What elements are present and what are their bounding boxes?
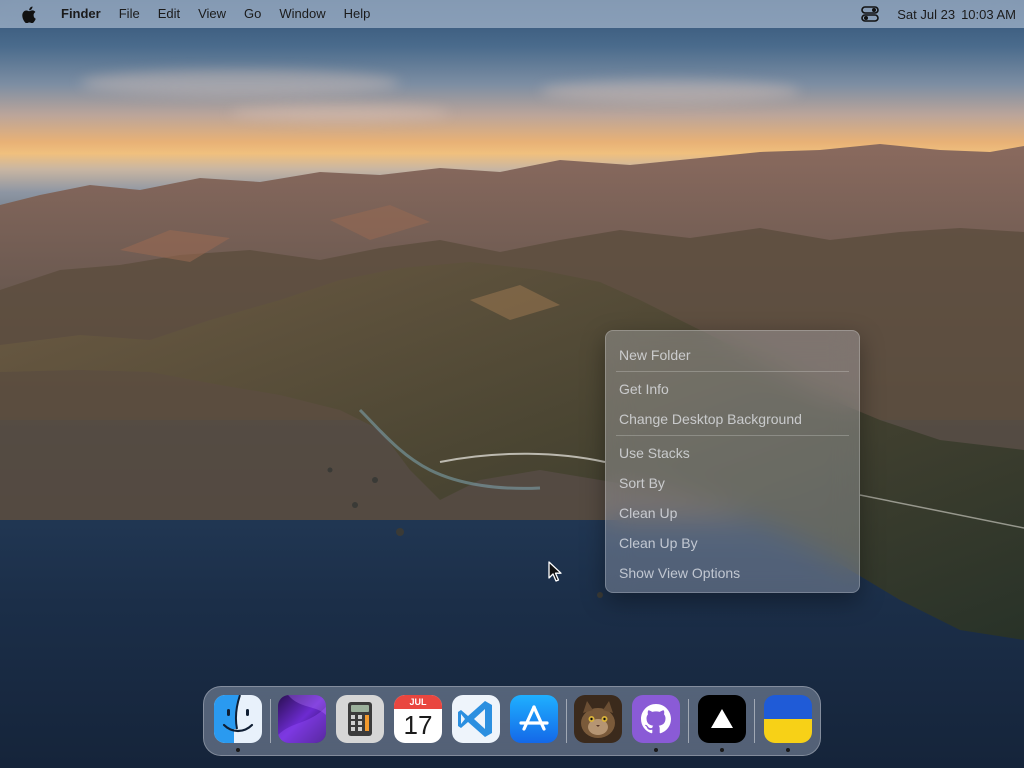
mouse-pointer-icon [548,561,562,587]
calculator-icon[interactable] [336,695,384,743]
github-icon[interactable] [632,695,680,743]
menu-window[interactable]: Window [270,0,334,28]
apple-logo-icon[interactable] [20,5,38,23]
desktop-wallpaper[interactable] [0,0,1024,768]
ukraine-flag-icon[interactable] [764,695,812,743]
calendar-icon[interactable]: JUL 17 [394,695,442,743]
dock-divider [270,699,271,743]
wallpaper-mountains [0,144,1024,640]
menu-item-clean-up[interactable]: Clean Up [606,498,859,528]
finder-icon[interactable] [214,695,262,743]
app-store-icon[interactable] [510,695,558,743]
menu-bar: Finder File Edit View Go Window Help Sat… [0,0,1024,28]
running-indicator [786,748,790,752]
menubar-time: 10:03 AM [961,6,1016,22]
desktop-context-menu: New Folder Get Info Change Desktop Backg… [605,330,860,593]
dock-divider [688,699,689,743]
menu-item-show-view-options[interactable]: Show View Options [606,558,859,588]
calendar-month: JUL [394,695,442,709]
control-center-icon[interactable] [859,4,881,24]
dock-divider [566,699,567,743]
menu-item-new-folder[interactable]: New Folder [606,340,859,370]
cat-photo-icon[interactable] [574,695,622,743]
menu-file[interactable]: File [110,0,149,28]
running-indicator [720,748,724,752]
running-indicator [654,748,658,752]
purple-wallpaper-icon[interactable] [278,695,326,743]
menu-app-name[interactable]: Finder [58,0,110,28]
dock: JUL 17 [203,686,821,756]
menu-separator [616,371,849,372]
menubar-clock[interactable]: Sat Jul 23 10:03 AM [897,7,1016,22]
menu-item-sort-by[interactable]: Sort By [606,468,859,498]
menu-edit[interactable]: Edit [149,0,189,28]
menu-separator [616,435,849,436]
menu-view[interactable]: View [189,0,235,28]
menu-item-change-desktop-background[interactable]: Change Desktop Background [606,404,859,434]
dock-divider [754,699,755,743]
menubar-date: Sat Jul 23 [897,6,956,22]
vscode-icon[interactable] [452,695,500,743]
menu-help[interactable]: Help [335,0,380,28]
menu-item-clean-up-by[interactable]: Clean Up By [606,528,859,558]
running-indicator [236,748,240,752]
vercel-triangle-icon[interactable] [698,695,746,743]
menu-item-use-stacks[interactable]: Use Stacks [606,438,859,468]
menu-item-get-info[interactable]: Get Info [606,374,859,404]
calendar-day: 17 [403,710,433,740]
menu-go[interactable]: Go [235,0,270,28]
